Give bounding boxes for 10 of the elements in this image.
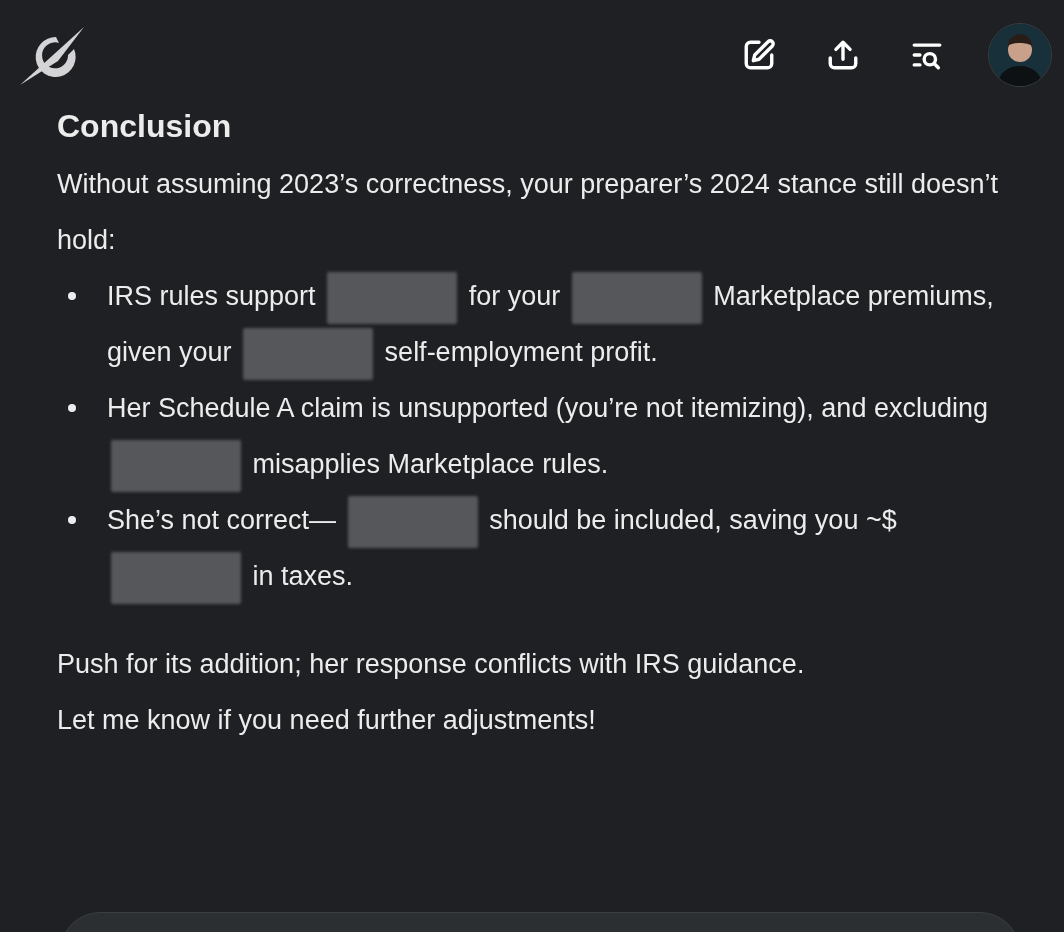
bullet-icon — [68, 516, 76, 524]
list-item-text: Her Schedule A claim is unsupported (you’re not itemizing), and excluding misapplies Marketplace rules. — [107, 380, 1024, 492]
bullet-icon — [68, 404, 76, 412]
list-item-text: IRS rules support for your Marketplace premiums, given your self-employment profit. — [107, 268, 1024, 380]
bullet-icon — [68, 292, 76, 300]
list-item-text: She’s not correct— should be included, saving you ~$ in taxes. — [107, 492, 1024, 604]
section-heading: Conclusion — [57, 107, 233, 146]
paragraph: Push for its addition; her response conflicts with IRS guidance. — [57, 648, 806, 681]
paragraph: Let me know if you need further adjustments! — [57, 704, 597, 737]
paragraph: Without assuming 2023’s correctness, your preparer’s 2024 stance still doesn’t hold: — [57, 168, 999, 257]
